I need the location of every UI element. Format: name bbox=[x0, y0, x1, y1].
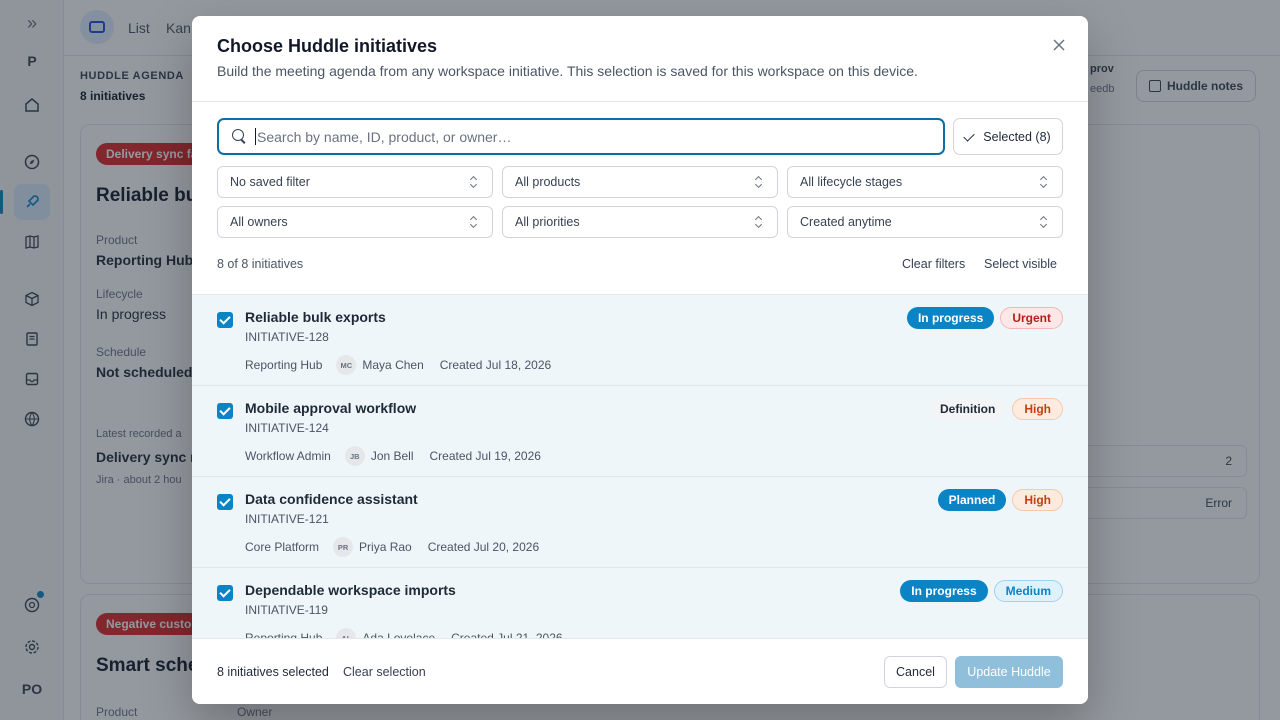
priority-badge: Urgent bbox=[1000, 307, 1063, 329]
status-badge: Planned bbox=[937, 489, 1007, 511]
dialog-header: Choose Huddle initiatives Build the meet… bbox=[192, 16, 1088, 102]
selection-count: 8 initiatives selected bbox=[217, 665, 329, 679]
initiative-owner: Priya Rao bbox=[359, 540, 412, 554]
initiative-created: Created Jul 20, 2026 bbox=[427, 540, 540, 554]
initiative-meta: Reporting Hub MC Maya Chen Created Jul 1… bbox=[245, 355, 551, 375]
owners-value: All owners bbox=[230, 215, 288, 229]
initiative-row[interactable]: Data confidence assistant INITIATIVE-121… bbox=[192, 477, 1088, 568]
close-icon bbox=[1053, 39, 1065, 51]
choose-initiatives-dialog: Choose Huddle initiatives Build the meet… bbox=[192, 16, 1088, 704]
saved-filter-value: No saved filter bbox=[230, 175, 310, 189]
chevron-updown-icon bbox=[470, 176, 478, 188]
initiative-title: Mobile approval workflow bbox=[245, 400, 417, 416]
initiative-created: Created Jul 18, 2026 bbox=[439, 358, 552, 372]
priorities-value: All priorities bbox=[515, 215, 580, 229]
initiative-product: Core Platform bbox=[245, 540, 320, 554]
initiative-owner: Maya Chen bbox=[362, 358, 424, 372]
initiative-product: Workflow Admin bbox=[245, 449, 331, 463]
update-huddle-button[interactable]: Update Huddle bbox=[955, 656, 1063, 688]
initiative-badges: In progress Urgent bbox=[906, 307, 1063, 329]
search-input[interactable] bbox=[257, 128, 907, 145]
lifecycle-value: All lifecycle stages bbox=[800, 175, 903, 189]
priorities-select[interactable]: All priorities bbox=[502, 206, 778, 238]
created-value: Created anytime bbox=[800, 215, 892, 229]
results-count: 8 of 8 initiatives bbox=[217, 257, 304, 271]
row-checkbox[interactable] bbox=[217, 585, 233, 601]
chevron-updown-icon bbox=[1040, 176, 1048, 188]
clear-filters-button[interactable]: Clear filters bbox=[902, 257, 965, 271]
initiative-product: Reporting Hub bbox=[245, 358, 323, 372]
owner-avatar: PR bbox=[333, 537, 354, 557]
close-button[interactable] bbox=[1046, 32, 1072, 58]
initiative-title: Dependable workspace imports bbox=[245, 582, 456, 598]
initiative-id: INITIATIVE-121 bbox=[245, 512, 329, 526]
initiative-id: INITIATIVE-128 bbox=[245, 330, 329, 344]
initiative-row[interactable]: Mobile approval workflow INITIATIVE-124 … bbox=[192, 386, 1088, 477]
initiative-meta: Workflow Admin JB Jon Bell Created Jul 1… bbox=[245, 446, 541, 466]
chevron-updown-icon bbox=[470, 216, 478, 228]
search-field[interactable] bbox=[217, 118, 945, 155]
row-checkbox[interactable] bbox=[217, 494, 233, 510]
dialog-subtitle: Build the meeting agenda from any worksp… bbox=[217, 63, 918, 79]
check-icon bbox=[965, 133, 977, 141]
initiative-row[interactable]: Reliable bulk exports INITIATIVE-128 Rep… bbox=[192, 295, 1088, 386]
initiative-id: INITIATIVE-124 bbox=[245, 421, 329, 435]
initiative-meta: Core Platform PR Priya Rao Created Jul 2… bbox=[245, 537, 539, 557]
text-caret bbox=[255, 128, 256, 145]
status-badge: In progress bbox=[900, 580, 988, 602]
status-badge: In progress bbox=[906, 307, 995, 329]
search-icon bbox=[232, 128, 248, 145]
chevron-updown-icon bbox=[755, 176, 763, 188]
initiative-badges: Planned High bbox=[937, 489, 1063, 511]
owner-avatar: MC bbox=[336, 355, 357, 375]
products-value: All products bbox=[515, 175, 581, 189]
created-select[interactable]: Created anytime bbox=[787, 206, 1063, 238]
chevron-updown-icon bbox=[755, 216, 763, 228]
priority-badge: High bbox=[1012, 398, 1063, 420]
row-checkbox[interactable] bbox=[217, 403, 233, 419]
status-badge: Definition bbox=[929, 398, 1007, 420]
clear-selection-button[interactable]: Clear selection bbox=[343, 665, 426, 679]
cancel-button[interactable]: Cancel bbox=[884, 656, 947, 688]
initiative-owner: Jon Bell bbox=[370, 449, 414, 463]
initiative-id: INITIATIVE-119 bbox=[245, 603, 328, 617]
selected-button-label: Selected (8) bbox=[983, 129, 1051, 144]
initiative-list[interactable]: Reliable bulk exports INITIATIVE-128 Rep… bbox=[192, 294, 1088, 639]
owner-avatar: JB bbox=[344, 446, 365, 466]
initiative-badges: In progress Medium bbox=[900, 580, 1063, 602]
initiative-title: Reliable bulk exports bbox=[245, 309, 386, 325]
priority-badge: High bbox=[1012, 489, 1063, 511]
dialog-title: Choose Huddle initiatives bbox=[217, 36, 438, 56]
lifecycle-select[interactable]: All lifecycle stages bbox=[787, 166, 1063, 198]
saved-filter-select[interactable]: No saved filter bbox=[217, 166, 493, 198]
priority-badge: Medium bbox=[993, 580, 1063, 602]
selected-filter-button[interactable]: Selected (8) bbox=[953, 118, 1063, 155]
select-visible-button[interactable]: Select visible bbox=[984, 257, 1057, 271]
initiative-created: Created Jul 19, 2026 bbox=[429, 449, 541, 463]
row-checkbox[interactable] bbox=[217, 312, 233, 328]
products-select[interactable]: All products bbox=[502, 166, 778, 198]
initiative-badges: Definition High bbox=[929, 398, 1063, 420]
dialog-footer: 8 initiatives selected Clear selection C… bbox=[192, 638, 1088, 704]
owners-select[interactable]: All owners bbox=[217, 206, 493, 238]
initiative-row[interactable]: Dependable workspace imports INITIATIVE-… bbox=[192, 568, 1088, 639]
initiative-title: Data confidence assistant bbox=[245, 491, 418, 507]
chevron-updown-icon bbox=[1040, 216, 1048, 228]
